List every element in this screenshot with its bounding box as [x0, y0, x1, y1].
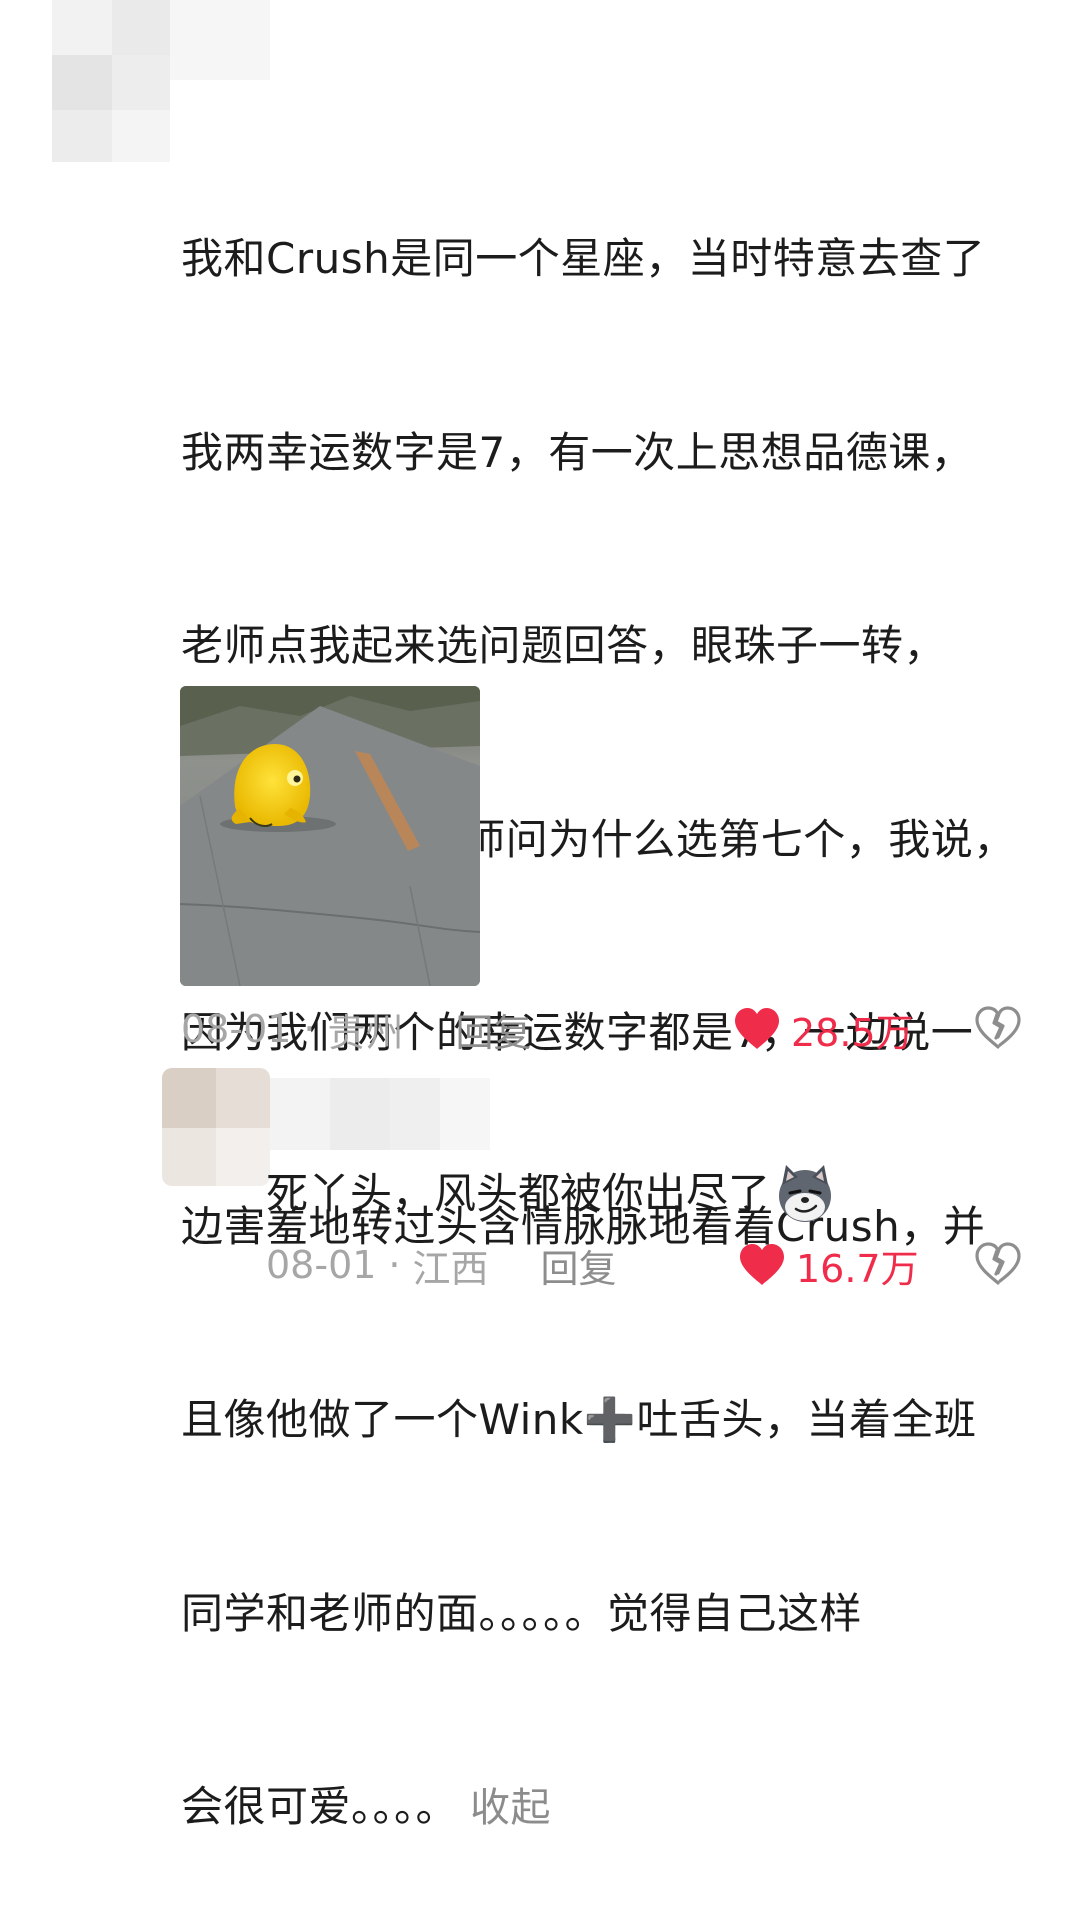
meta-separator: ·	[303, 1007, 316, 1051]
like-count: 28.5万	[791, 1010, 914, 1055]
reply-date: 08-01	[266, 1243, 377, 1287]
broken-heart-icon	[975, 1006, 1021, 1049]
replier-name-blurred[interactable]	[270, 1078, 490, 1150]
reply-text: 死丫头，风头都被你出尽了	[266, 1162, 836, 1226]
like-button[interactable]: 28.5万	[733, 1004, 914, 1055]
yellow-frog-sticker-icon	[180, 686, 480, 986]
heart-filled-icon	[735, 1008, 779, 1049]
collapse-button[interactable]: 收起	[470, 1785, 551, 1831]
comment-line: 且像他做了一个Wink➕吐舌头，当着全班	[181, 1395, 977, 1444]
reply-location: 江西	[412, 1246, 489, 1291]
dislike-button[interactable]	[974, 1005, 1022, 1053]
broken-heart-icon	[975, 1242, 1021, 1285]
comment-line-last: 会很可爱。。。。 收起	[181, 1775, 1051, 1841]
comment-line: 同学和老师的面。。。。。觉得自己这样	[181, 1588, 863, 1638]
reply-button[interactable]: 回复	[456, 1002, 532, 1057]
comment-location: 贵州	[327, 1010, 404, 1055]
reply-dislike-button[interactable]	[974, 1241, 1022, 1289]
comment-line: 老师点我起来选问题回答，眼珠子一转，	[181, 621, 947, 670]
comment-line: 我和Crush是同一个星座，当时特意去查了	[181, 234, 986, 283]
comment-text: 我和Crush是同一个星座，当时特意去查了 我两幸运数字是7，有一次上思想品德课…	[181, 98, 1051, 1905]
meta-separator: ·	[388, 1243, 401, 1287]
comment-line: 会很可爱。。。。	[181, 1782, 459, 1831]
reply-content: 死丫头，风头都被你出尽了	[266, 1169, 771, 1218]
reply-like-button[interactable]: 16.7万	[738, 1240, 919, 1291]
comment-date: 08-01	[181, 1007, 292, 1051]
reply-to-reply-button[interactable]: 回复	[541, 1238, 617, 1293]
comment-image[interactable]	[180, 686, 480, 986]
comment-line: 我两幸运数字是7，有一次上思想品德课，	[181, 427, 974, 477]
husky-smirk-emoji-icon	[779, 1165, 832, 1222]
commenter-avatar-blurred[interactable]	[52, 0, 170, 162]
heart-filled-icon	[740, 1244, 784, 1285]
replier-avatar-blurred[interactable]	[162, 1068, 270, 1186]
comment-meta: 08-01 · 贵州 回复	[181, 1002, 532, 1057]
reply-meta: 08-01 · 江西 回复	[266, 1238, 617, 1293]
reply-like-count: 16.7万	[796, 1246, 919, 1291]
commenter-name-blurred[interactable]	[170, 0, 270, 80]
